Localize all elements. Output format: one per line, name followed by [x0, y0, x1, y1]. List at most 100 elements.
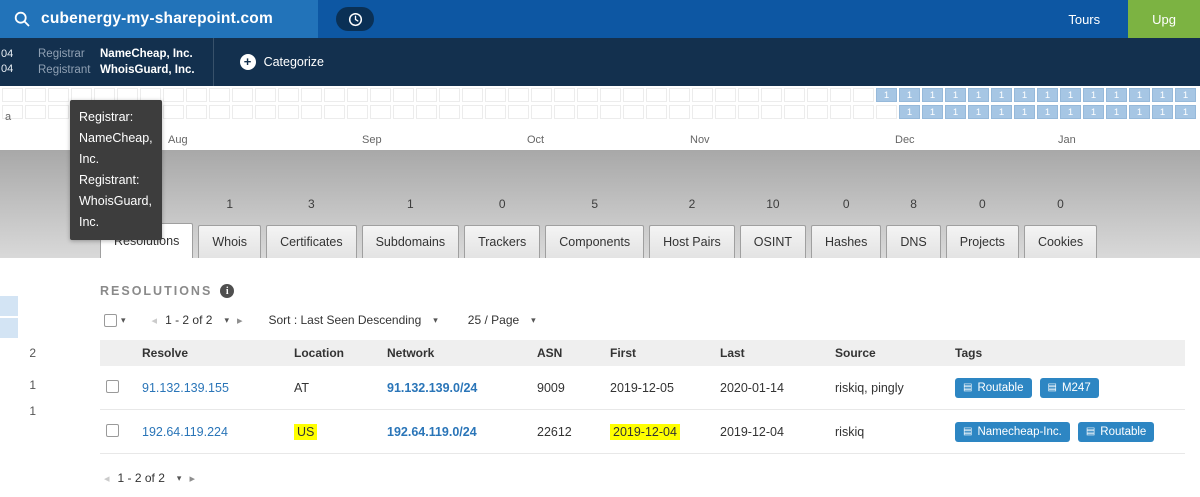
row-checkbox[interactable] [106, 423, 119, 437]
next-page-icon[interactable]: ▸ [237, 314, 243, 327]
heatmap-cell[interactable] [715, 105, 736, 119]
heatmap-cell[interactable] [577, 105, 598, 119]
tag-button-namecheap-inc[interactable]: ▤ Namecheap-Inc. [955, 421, 1070, 442]
heatmap-cell[interactable]: 1 [1152, 88, 1173, 102]
heatmap-cell[interactable]: 1 [899, 105, 920, 119]
heatmap-cell[interactable] [439, 105, 460, 119]
heatmap-cell[interactable] [209, 105, 230, 119]
network-link[interactable]: 91.132.139.0/24 [387, 381, 477, 395]
domain-search-input[interactable]: cubenergy-my-sharepoint.com [0, 0, 318, 38]
heatmap-cell[interactable]: 1 [1060, 88, 1081, 102]
select-all-checkbox[interactable] [104, 313, 117, 327]
heatmap-cell[interactable] [163, 88, 184, 102]
heatmap-cell[interactable] [462, 88, 483, 102]
tab-dns[interactable]: DNS [886, 225, 941, 258]
tab-osint[interactable]: OSINT [739, 225, 806, 258]
tab-components[interactable]: Components [545, 225, 645, 258]
heatmap-cell[interactable] [646, 105, 667, 119]
tab-whois[interactable]: Whois [198, 225, 262, 258]
heatmap-cell[interactable] [554, 88, 575, 102]
tab-subdomains[interactable]: Subdomains [361, 225, 460, 258]
resolve-link[interactable]: 192.64.119.224 [142, 425, 228, 439]
heatmap-cell[interactable]: 1 [876, 88, 897, 102]
network-link[interactable]: 192.64.119.0/24 [387, 425, 477, 439]
heatmap-cell[interactable] [416, 88, 437, 102]
heatmap-cell[interactable]: 1 [1175, 88, 1196, 102]
heatmap-cell[interactable] [347, 105, 368, 119]
heatmap-cell[interactable]: 1 [1037, 105, 1058, 119]
heatmap-cell[interactable] [462, 105, 483, 119]
heatmap-cell[interactable] [255, 105, 276, 119]
footer-pagination-caret-icon[interactable]: ▾ [177, 473, 182, 484]
heatmap-cell[interactable] [485, 105, 506, 119]
heatmap-cell[interactable] [347, 88, 368, 102]
heatmap-cell[interactable]: 1 [1083, 105, 1104, 119]
heatmap-cell[interactable] [485, 88, 506, 102]
heatmap-cell[interactable] [278, 88, 299, 102]
heatmap-cell[interactable]: 1 [922, 88, 943, 102]
footer-next-icon[interactable]: ▸ [189, 472, 195, 485]
heatmap-cell[interactable] [232, 105, 253, 119]
heatmap-cell[interactable]: 1 [899, 88, 920, 102]
heatmap-cell[interactable] [278, 105, 299, 119]
heatmap-cell[interactable] [370, 88, 391, 102]
heatmap-cell[interactable] [2, 88, 23, 102]
heatmap-cell[interactable]: 1 [991, 88, 1012, 102]
heatmap-cell[interactable]: 1 [945, 105, 966, 119]
heatmap-cell[interactable] [393, 105, 414, 119]
select-all-caret-icon[interactable]: ▾ [121, 315, 126, 326]
heatmap-cell[interactable] [416, 105, 437, 119]
pagination-text[interactable]: 1 - 2 of 2 [165, 313, 212, 327]
heatmap-cell[interactable] [761, 88, 782, 102]
footer-prev-icon[interactable]: ◂ [104, 472, 110, 485]
heatmap-cell[interactable]: 1 [1152, 105, 1173, 119]
heatmap-cell[interactable] [807, 105, 828, 119]
heatmap-cell[interactable] [439, 88, 460, 102]
heatmap-cell[interactable] [623, 88, 644, 102]
heatmap-cell[interactable] [301, 105, 322, 119]
heatmap-cell[interactable] [232, 88, 253, 102]
heatmap-cell[interactable]: 1 [1060, 105, 1081, 119]
heatmap-cell[interactable] [554, 105, 575, 119]
heatmap-cell[interactable] [163, 105, 184, 119]
heatmap-cell[interactable]: 1 [968, 105, 989, 119]
heatmap-cell[interactable] [370, 105, 391, 119]
sort-control[interactable]: Sort : Last Seen Descending ▾ [269, 313, 438, 327]
heatmap-cell[interactable] [738, 88, 759, 102]
heatmap-cell[interactable] [508, 88, 529, 102]
resolve-link[interactable]: 91.132.139.155 [142, 381, 229, 395]
heatmap-cell[interactable] [830, 105, 851, 119]
heatmap-cell[interactable]: 1 [1106, 105, 1127, 119]
heatmap-cell[interactable] [508, 105, 529, 119]
heatmap-cell[interactable] [807, 88, 828, 102]
heatmap-cell[interactable] [301, 88, 322, 102]
heatmap-cell[interactable]: 1 [1129, 105, 1150, 119]
tab-host-pairs[interactable]: Host Pairs [649, 225, 735, 258]
tab-trackers[interactable]: Trackers [464, 225, 541, 258]
heatmap-cell[interactable] [853, 105, 874, 119]
heatmap-cell[interactable] [692, 105, 713, 119]
footer-pagination-text[interactable]: 1 - 2 of 2 [118, 471, 165, 485]
heatmap-cell[interactable]: 1 [1106, 88, 1127, 102]
heatmap-cell[interactable]: 1 [1014, 88, 1035, 102]
heatmap-cell[interactable]: 1 [1083, 88, 1104, 102]
heatmap-cell[interactable]: 1 [1037, 88, 1058, 102]
upgrade-button[interactable]: Upg [1128, 0, 1200, 38]
registrar-value[interactable]: NameCheap, Inc. [100, 46, 193, 62]
tab-projects[interactable]: Projects [945, 225, 1019, 258]
heatmap-cell[interactable] [646, 88, 667, 102]
heatmap-cell[interactable] [876, 105, 897, 119]
heatmap-cell[interactable] [48, 105, 69, 119]
row-checkbox[interactable] [106, 379, 119, 393]
page-size-control[interactable]: 25 / Page ▾ [468, 313, 536, 327]
heatmap-cell[interactable] [669, 105, 690, 119]
prev-page-icon[interactable]: ◂ [152, 314, 158, 327]
heatmap-cell[interactable] [738, 105, 759, 119]
heatmap-cell[interactable] [692, 88, 713, 102]
tours-link[interactable]: Tours [1068, 12, 1100, 27]
heatmap-cell[interactable] [531, 105, 552, 119]
history-clock-button[interactable] [336, 7, 374, 31]
heatmap-cell[interactable] [48, 88, 69, 102]
heatmap-cell[interactable] [830, 88, 851, 102]
heatmap-cell[interactable]: 1 [991, 105, 1012, 119]
